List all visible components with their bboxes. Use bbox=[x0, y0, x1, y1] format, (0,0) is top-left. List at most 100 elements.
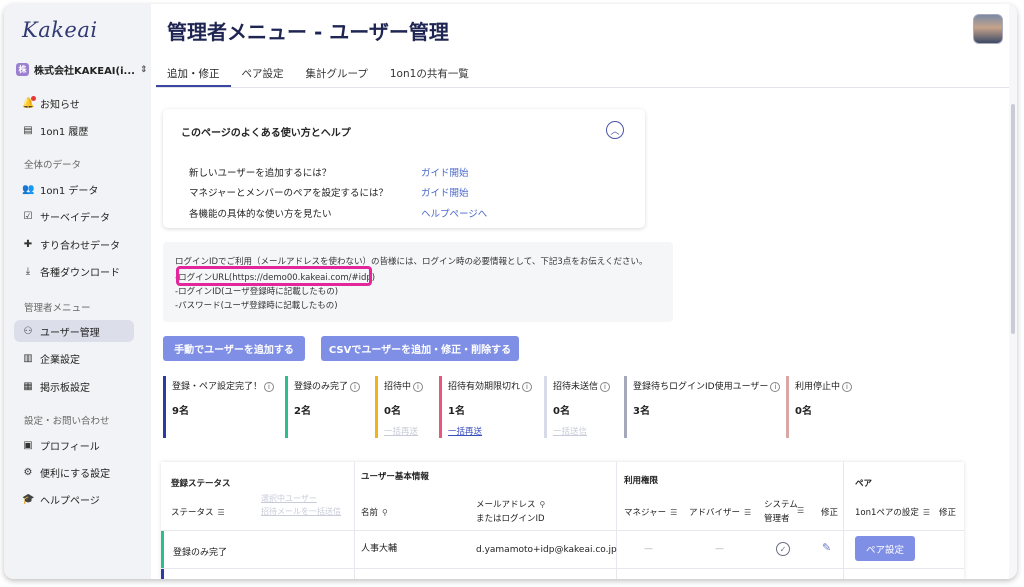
cell-name: 人事大輔 bbox=[361, 544, 398, 554]
col-header-advisor[interactable]: アドバイザー ☰ bbox=[689, 506, 751, 518]
info-icon[interactable]: i bbox=[413, 382, 424, 392]
add-user-manually-button[interactable]: 手動でユーザーを追加する bbox=[163, 336, 305, 361]
info-icon[interactable]: i bbox=[842, 382, 853, 392]
login-info-box: ログインIDでご利用（メールアドレスを使わない）の皆様には、ログイン時の必要情報… bbox=[163, 242, 673, 322]
sidebar-item-label: お知らせ bbox=[40, 99, 80, 111]
chevron-up-icon[interactable]: ︿ bbox=[606, 121, 624, 139]
stat-color-bar bbox=[544, 376, 547, 438]
pair-setting-button[interactable]: ペア設定 bbox=[855, 536, 915, 561]
scrollbar-thumb[interactable] bbox=[1011, 104, 1015, 334]
stat-color-bar bbox=[624, 376, 627, 438]
stat-value: 0名 bbox=[553, 406, 570, 417]
tab-1on1-shares[interactable]: 1on1の共有一覧 bbox=[379, 58, 480, 87]
password-text: -パスワード(ユーザ登録時に記載したもの) bbox=[175, 301, 338, 311]
column-divider bbox=[354, 462, 355, 579]
app-logo[interactable]: Kakeai bbox=[22, 18, 98, 42]
sidebar-item-label: サーベイデータ bbox=[40, 212, 110, 224]
stat-value: 0名 bbox=[795, 406, 812, 417]
tab-add-edit[interactable]: 追加・修正 bbox=[156, 58, 231, 87]
sidebar-item-help[interactable]: 🎓 ヘルプページ bbox=[14, 488, 134, 510]
check-circle-icon: ✓ bbox=[776, 542, 790, 556]
csv-import-button[interactable]: CSVでユーザーを追加・修正・削除する bbox=[321, 336, 519, 361]
stat-value: 3名 bbox=[633, 406, 650, 417]
people-icon: 👥 bbox=[22, 183, 35, 195]
info-icon[interactable]: i bbox=[522, 382, 533, 392]
help-question: マネジャーとメンバーのペアを設定するには？ bbox=[189, 188, 389, 199]
bulk-resend-link[interactable]: 一括再送 bbox=[384, 425, 418, 437]
stat-color-bar bbox=[163, 376, 166, 438]
bell-icon: 🔔 bbox=[22, 95, 36, 109]
guide-start-link[interactable]: ガイド開始 bbox=[421, 185, 469, 199]
bulk-resend-link[interactable]: 一括再送 bbox=[448, 425, 482, 437]
notification-dot bbox=[31, 95, 36, 101]
group-header-status: 登録ステータス bbox=[171, 479, 231, 489]
avatar[interactable] bbox=[973, 14, 1003, 44]
app-window: Kakeai 株 株式会社KAKEAI(i... ⇕ 🔔 お知らせ ▤ 1on1… bbox=[4, 4, 1017, 579]
stat-suspended: 利用停止中 i 0名 bbox=[786, 376, 866, 438]
stat-inviting: 招待中 i 0名 一括再送 bbox=[375, 376, 435, 438]
stat-not-sent: 招待未送信 i 0名 一括送信 bbox=[544, 376, 624, 438]
stat-registered-only: 登録のみ完了 i 2名 bbox=[285, 376, 375, 438]
filter-icon[interactable]: ☰ bbox=[218, 508, 225, 517]
stat-label: 利用停止中 bbox=[795, 382, 841, 392]
profile-icon: ▣ bbox=[23, 439, 33, 451]
sidebar-item-1on1-history[interactable]: ▤ 1on1 履歴 bbox=[14, 119, 134, 141]
col-header-label: 1on1ペアの設定 bbox=[855, 508, 919, 518]
help-card: このページのよくある使い方とヘルプ ︿ 新しいユーザーを追加するには？ ガイド開… bbox=[163, 109, 645, 228]
col-header-pair-setting[interactable]: 1on1ペアの設定 ☰ bbox=[855, 506, 930, 518]
tab-pair-settings[interactable]: ペア設定 bbox=[231, 58, 295, 87]
sidebar-item-company-settings[interactable]: ▥ 企業設定 bbox=[14, 347, 134, 369]
sidebar-item-label: プロフィール bbox=[40, 441, 100, 453]
help-page-link[interactable]: ヘルプページへ bbox=[421, 206, 487, 220]
filter-icon[interactable]: ☰ bbox=[923, 508, 930, 517]
sidebar-item-convenience-settings[interactable]: ⚙ 便利にする設定 bbox=[14, 461, 134, 483]
stat-label: 招待中 bbox=[384, 382, 412, 392]
help-question: 各機能の具体的な使い方を見たい bbox=[189, 209, 332, 220]
search-icon[interactable]: ⚲ bbox=[540, 500, 546, 509]
user-manage-icon: ⚇ bbox=[23, 325, 33, 337]
sidebar-item-profile[interactable]: ▣ プロフィール bbox=[14, 434, 134, 456]
selected-users-link[interactable]: 選択中ユーザー bbox=[261, 493, 317, 504]
header-divider bbox=[161, 530, 964, 531]
puzzle-icon: ✚ bbox=[23, 238, 33, 250]
col-header-email[interactable]: メールアドレス ⚲ bbox=[476, 498, 545, 510]
company-switcher[interactable]: 株 株式会社KAKEAI(i... ⇕ bbox=[16, 62, 147, 77]
sidebar-item-label: 便利にする設定 bbox=[40, 468, 111, 480]
col-header-name[interactable]: 名前 ⚲ bbox=[361, 506, 388, 518]
sidebar-item-board-settings[interactable]: ▦ 掲示板設定 bbox=[14, 375, 134, 397]
help-question: 新しいユーザーを追加するには？ bbox=[189, 168, 332, 179]
bulk-send-link[interactable]: 一括送信 bbox=[553, 425, 587, 437]
column-divider bbox=[843, 462, 844, 579]
info-icon[interactable]: i bbox=[600, 382, 611, 392]
col-header-label: アドバイザー bbox=[689, 508, 741, 518]
stat-label: 登録・ペア設定完了！ bbox=[172, 382, 263, 392]
search-icon[interactable]: ⚲ bbox=[382, 508, 388, 517]
sidebar-item-survey-data[interactable]: ☑ サーベイデータ bbox=[14, 205, 134, 227]
sidebar-item-1on1-data[interactable]: 👥 1on1 データ bbox=[14, 178, 134, 200]
pencil-icon[interactable]: ✎ bbox=[822, 541, 831, 554]
filter-icon[interactable]: ☰ bbox=[797, 506, 804, 516]
guide-start-link[interactable]: ガイド開始 bbox=[421, 165, 469, 179]
cell-email: d.yamamoto+idp@kakeai.co.jp bbox=[476, 545, 617, 555]
sidebar-item-downloads[interactable]: ⤓ 各種ダウンロード bbox=[14, 260, 134, 282]
col-header-sysadmin-sub: 管理者 bbox=[764, 514, 790, 524]
sidebar-item-alignment-data[interactable]: ✚ すり合わせデータ bbox=[14, 233, 134, 255]
page-title: 管理者メニュー - ユーザー管理 bbox=[167, 20, 449, 44]
stat-label: 招待未送信 bbox=[553, 382, 599, 392]
info-icon[interactable]: i bbox=[350, 382, 361, 392]
stat-value: 2名 bbox=[294, 406, 311, 417]
col-header-status[interactable]: ステータス ☰ bbox=[171, 506, 225, 518]
bulk-invite-link[interactable]: 招待メールを一括送信 bbox=[261, 506, 341, 517]
group-header-basic-info: ユーザー基本情報 bbox=[361, 472, 429, 482]
info-icon[interactable]: i bbox=[264, 382, 275, 392]
info-icon[interactable]: i bbox=[770, 382, 781, 392]
sidebar-item-user-management[interactable]: ⚇ ユーザー管理 bbox=[14, 320, 134, 342]
sidebar-item-notifications[interactable]: 🔔 お知らせ bbox=[14, 92, 134, 114]
sidebar-item-label: ヘルプページ bbox=[40, 495, 100, 507]
gear-icon: ⚙ bbox=[23, 466, 33, 478]
filter-icon[interactable]: ☰ bbox=[744, 508, 751, 517]
filter-icon[interactable]: ☰ bbox=[670, 508, 677, 517]
tab-aggregation-groups[interactable]: 集計グループ bbox=[295, 58, 379, 87]
sidebar-item-label: すり合わせデータ bbox=[40, 240, 120, 252]
col-header-manager[interactable]: マネジャー ☰ bbox=[624, 506, 677, 518]
